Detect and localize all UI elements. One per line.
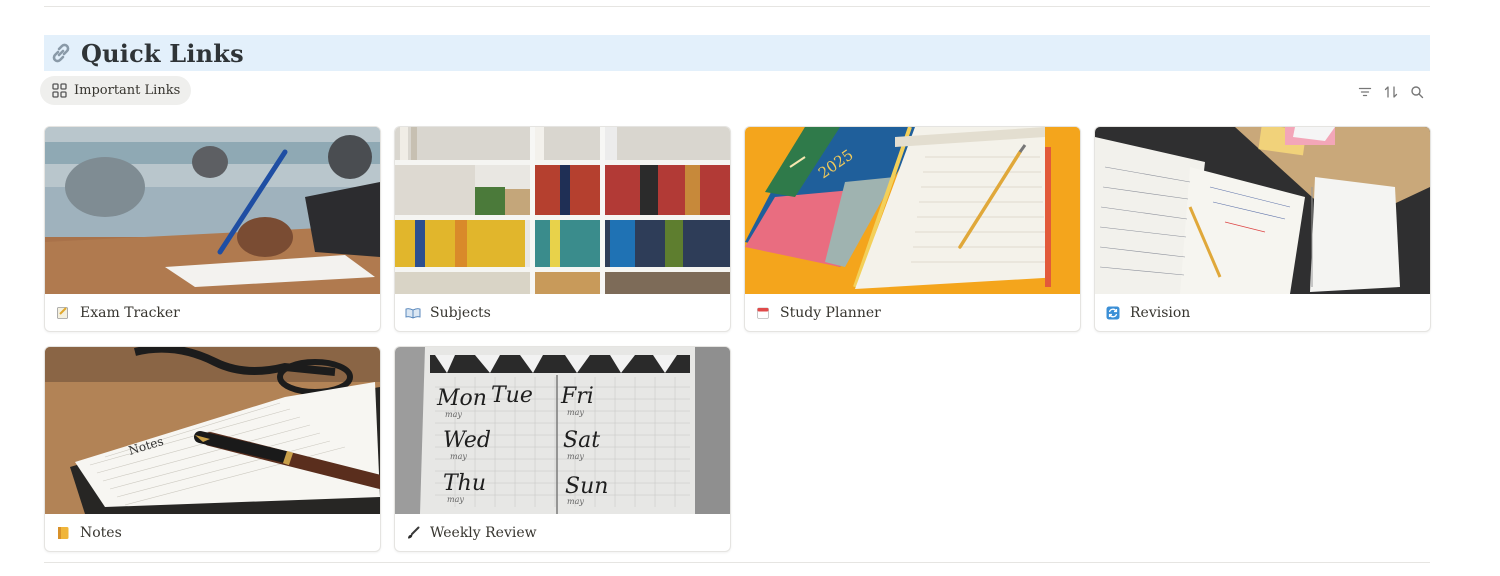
ledger-icon: [55, 525, 71, 541]
card-notes[interactable]: Notes Notes: [44, 346, 381, 552]
card-title-row: Notes: [55, 525, 122, 541]
link-icon: [52, 43, 70, 63]
quick-links-heading: Quick Links: [44, 35, 1430, 71]
subjects-cover-image: [395, 127, 730, 294]
study-planner-cover-image: 2025: [745, 127, 1080, 294]
weekly-review-cover-image: Mon Tue Fri Wed Sat Thu Sun may may may …: [395, 347, 730, 514]
revision-cover-image: [1095, 127, 1430, 294]
card-weekly-review[interactable]: Mon Tue Fri Wed Sat Thu Sun may may may …: [394, 346, 731, 552]
memo-icon: [55, 305, 71, 321]
day-label-wed: Wed: [443, 428, 491, 453]
day-label-tue: Tue: [491, 383, 533, 408]
sort-icon[interactable]: [1384, 84, 1398, 98]
month-label: may: [447, 495, 464, 504]
day-label-fri: Fri: [560, 384, 594, 409]
card-subjects[interactable]: Subjects: [394, 126, 731, 332]
card-title-row: Subjects: [405, 305, 491, 321]
paintbrush-icon: [405, 525, 421, 541]
view-tab-important-links[interactable]: Important Links: [40, 76, 192, 105]
gallery-view-icon: [52, 83, 67, 98]
notes-cover-image: Notes: [45, 347, 380, 514]
card-title-row: Exam Tracker: [55, 305, 180, 321]
month-label: may: [567, 452, 584, 461]
calendar-icon: [755, 305, 771, 321]
view-tab-label: Important Links: [74, 83, 181, 98]
card-exam-tracker[interactable]: Exam Tracker: [44, 126, 381, 332]
month-label: may: [567, 408, 584, 417]
card-revision[interactable]: Revision: [1094, 126, 1431, 332]
card-title: Subjects: [430, 305, 491, 321]
month-label: may: [445, 410, 462, 419]
open-book-icon: [405, 305, 421, 321]
exam-tracker-cover-image: [45, 127, 380, 294]
top-divider: [44, 6, 1430, 7]
card-title-row: Revision: [1105, 305, 1190, 321]
day-label-mon: Mon: [436, 386, 487, 411]
page-title: Quick Links: [81, 38, 244, 68]
search-icon[interactable]: [1410, 84, 1424, 99]
card-title-row: Weekly Review: [405, 525, 537, 541]
card-study-planner[interactable]: 2025 Study Planner: [744, 126, 1081, 332]
day-label-thu: Thu: [443, 471, 486, 496]
card-title: Weekly Review: [430, 525, 537, 541]
card-title-row: Study Planner: [755, 305, 881, 321]
card-title: Study Planner: [780, 305, 881, 321]
day-label-sun: Sun: [565, 474, 608, 499]
day-label-sat: Sat: [563, 428, 600, 453]
card-title: Exam Tracker: [80, 305, 180, 321]
filter-icon[interactable]: [1358, 84, 1372, 98]
repeat-icon: [1105, 305, 1121, 321]
month-label: may: [450, 452, 467, 461]
month-label: may: [567, 497, 584, 506]
card-title: Notes: [80, 525, 122, 541]
view-toolbar: [1358, 84, 1424, 99]
card-title: Revision: [1130, 305, 1191, 321]
bottom-divider: [44, 562, 1430, 563]
